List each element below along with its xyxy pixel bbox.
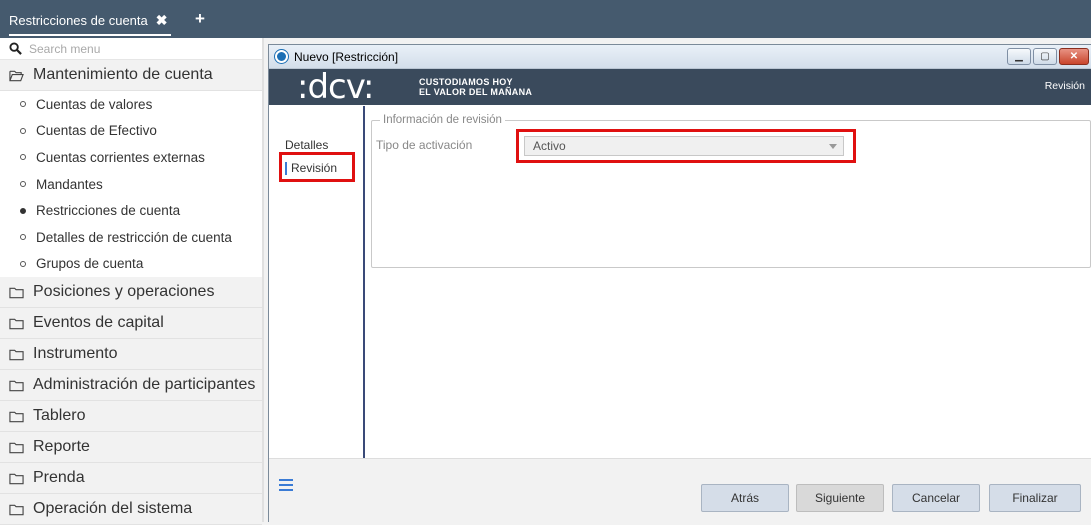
finish-button[interactable]: Finalizar [989,484,1081,512]
folder-icon [9,473,24,484]
minimize-icon[interactable]: ▁ [1007,48,1031,65]
dcv-logo: :dcv: [297,67,374,107]
search-icon [9,42,22,55]
sidebar-group[interactable]: Operación del sistema [0,494,262,525]
highlight-box-select [516,129,856,163]
bullet-icon [20,154,26,161]
sidebar-subitem-label: Detalles de restricción de cuenta [36,229,232,245]
sidebar-group-label: Administración de participantes [33,376,256,394]
tab-bar: Restricciones de cuenta ✖ + [0,0,1091,38]
bullet-icon [20,181,26,188]
dialog-content: Detalles Revisión Información de revisió… [269,106,1091,458]
folder-icon [9,318,24,329]
maximize-icon[interactable]: ▢ [1033,48,1057,65]
tagline-line1: CUSTODIAMOS HOY [419,77,513,87]
sidebar-menu: Mantenimiento de cuenta Cuentas de valor… [0,38,264,525]
sidebar-group-label: Posiciones y operaciones [33,283,215,301]
sidebar-group-mantenimiento[interactable]: Mantenimiento de cuenta [0,60,262,91]
sidebar-subitem-label: Cuentas de Efectivo [36,123,157,139]
highlight-box-step [279,152,355,182]
sidebar-group-label: Eventos de capital [33,314,164,332]
window-titlebar[interactable]: Nuevo [Restricción] ▁ ▢ ✕ [269,45,1091,69]
bullet-icon [20,101,26,108]
sidebar-subitem[interactable]: Cuentas corrientes externas [0,144,262,171]
sidebar-group[interactable]: Eventos de capital [0,308,262,340]
sidebar-group-label: Mantenimiento de cuenta [33,66,213,83]
sidebar-subitems: Cuentas de valores Cuentas de Efectivo Cue… [0,91,262,278]
app-icon [275,50,288,63]
step-detalles[interactable]: Detalles [285,138,328,152]
tab-label: Restricciones de cuenta [9,12,148,28]
sidebar-group-label: Operación del sistema [33,500,193,518]
review-fieldset: Información de revisión Tipo de activaci… [371,114,1091,268]
folder-icon [9,380,24,391]
sidebar-group[interactable]: Tablero [0,401,262,433]
search-input[interactable] [29,41,249,56]
sidebar-subitem[interactable]: Cuentas de Efectivo [0,117,262,145]
sidebar-subitem-label: Grupos de cuenta [36,256,144,272]
sidebar-group[interactable]: Instrumento [0,339,262,371]
folder-icon [9,411,24,422]
close-icon[interactable]: ✕ [1059,48,1089,65]
active-tab-underline [9,34,172,36]
sidebar-group[interactable]: Prenda [0,463,262,495]
dialog-footer: Atrás Siguiente Cancelar Finalizar [269,458,1091,522]
window-title: Nuevo [Restricción] [294,49,399,64]
bullet-icon [20,207,26,214]
sidebar-subitem[interactable]: Mandantes [0,170,262,198]
cancel-button[interactable]: Cancelar [892,484,980,512]
sidebar-subitem-label: Cuentas corrientes externas [36,149,205,165]
wizard-steps: Detalles Revisión [269,106,365,458]
search-row [0,38,262,60]
tab-restricciones[interactable]: Restricciones de cuenta ✖ [9,8,172,36]
tagline-line2: EL VALOR DEL MAÑANA [419,87,533,97]
add-tab-icon[interactable]: + [195,9,205,29]
brand-tagline: CUSTODIAMOS HOY EL VALOR DEL MAÑANA [419,77,532,97]
bullet-icon [20,234,26,241]
back-button[interactable]: Atrás [701,484,789,512]
bullet-icon [20,260,26,267]
sidebar-group[interactable]: Reporte [0,432,262,464]
folder-icon [9,504,24,515]
sidebar-group-label: Reporte [33,438,90,456]
sidebar-group[interactable]: Administración de participantes [0,370,262,402]
close-icon[interactable]: ✖ [156,12,168,29]
folder-icon [9,442,24,453]
sidebar-subitem[interactable]: Restricciones de cuenta [0,197,262,224]
sidebar-subitem[interactable]: Grupos de cuenta [0,250,262,278]
fieldset-legend: Información de revisión [380,114,505,126]
brand-bar: :dcv: CUSTODIAMOS HOY EL VALOR DEL MAÑAN… [269,69,1091,105]
sidebar-group-label: Tablero [33,407,86,425]
sidebar-subitem-label: Cuentas de valores [36,96,153,112]
folder-open-icon [9,70,24,81]
sidebar-groups: Posiciones y operaciones Eventos de capit… [0,277,262,525]
window-controls: ▁ ▢ ✕ [1007,48,1089,65]
sidebar-group[interactable]: Posiciones y operaciones [0,277,262,309]
next-button[interactable]: Siguiente [796,484,884,512]
current-step-title: Revisión [1044,80,1085,92]
bullet-icon [20,127,26,134]
hamburger-menu-icon[interactable] [279,479,293,491]
sidebar-subitem[interactable]: Cuentas de valores [0,91,262,118]
folder-icon [9,287,24,298]
sidebar-subitem-label: Mandantes [36,176,103,192]
folder-icon [9,349,24,360]
sidebar-group-label: Instrumento [33,345,118,363]
sidebar-subitem-label: Restricciones de cuenta [36,203,181,219]
dialog-window: Nuevo [Restricción] ▁ ▢ ✕ :dcv: CUSTODIA… [268,44,1091,522]
sidebar-group-label: Prenda [33,469,85,487]
activation-type-label: Tipo de activación [376,138,473,152]
sidebar-subitem[interactable]: Detalles de restricción de cuenta [0,223,262,251]
